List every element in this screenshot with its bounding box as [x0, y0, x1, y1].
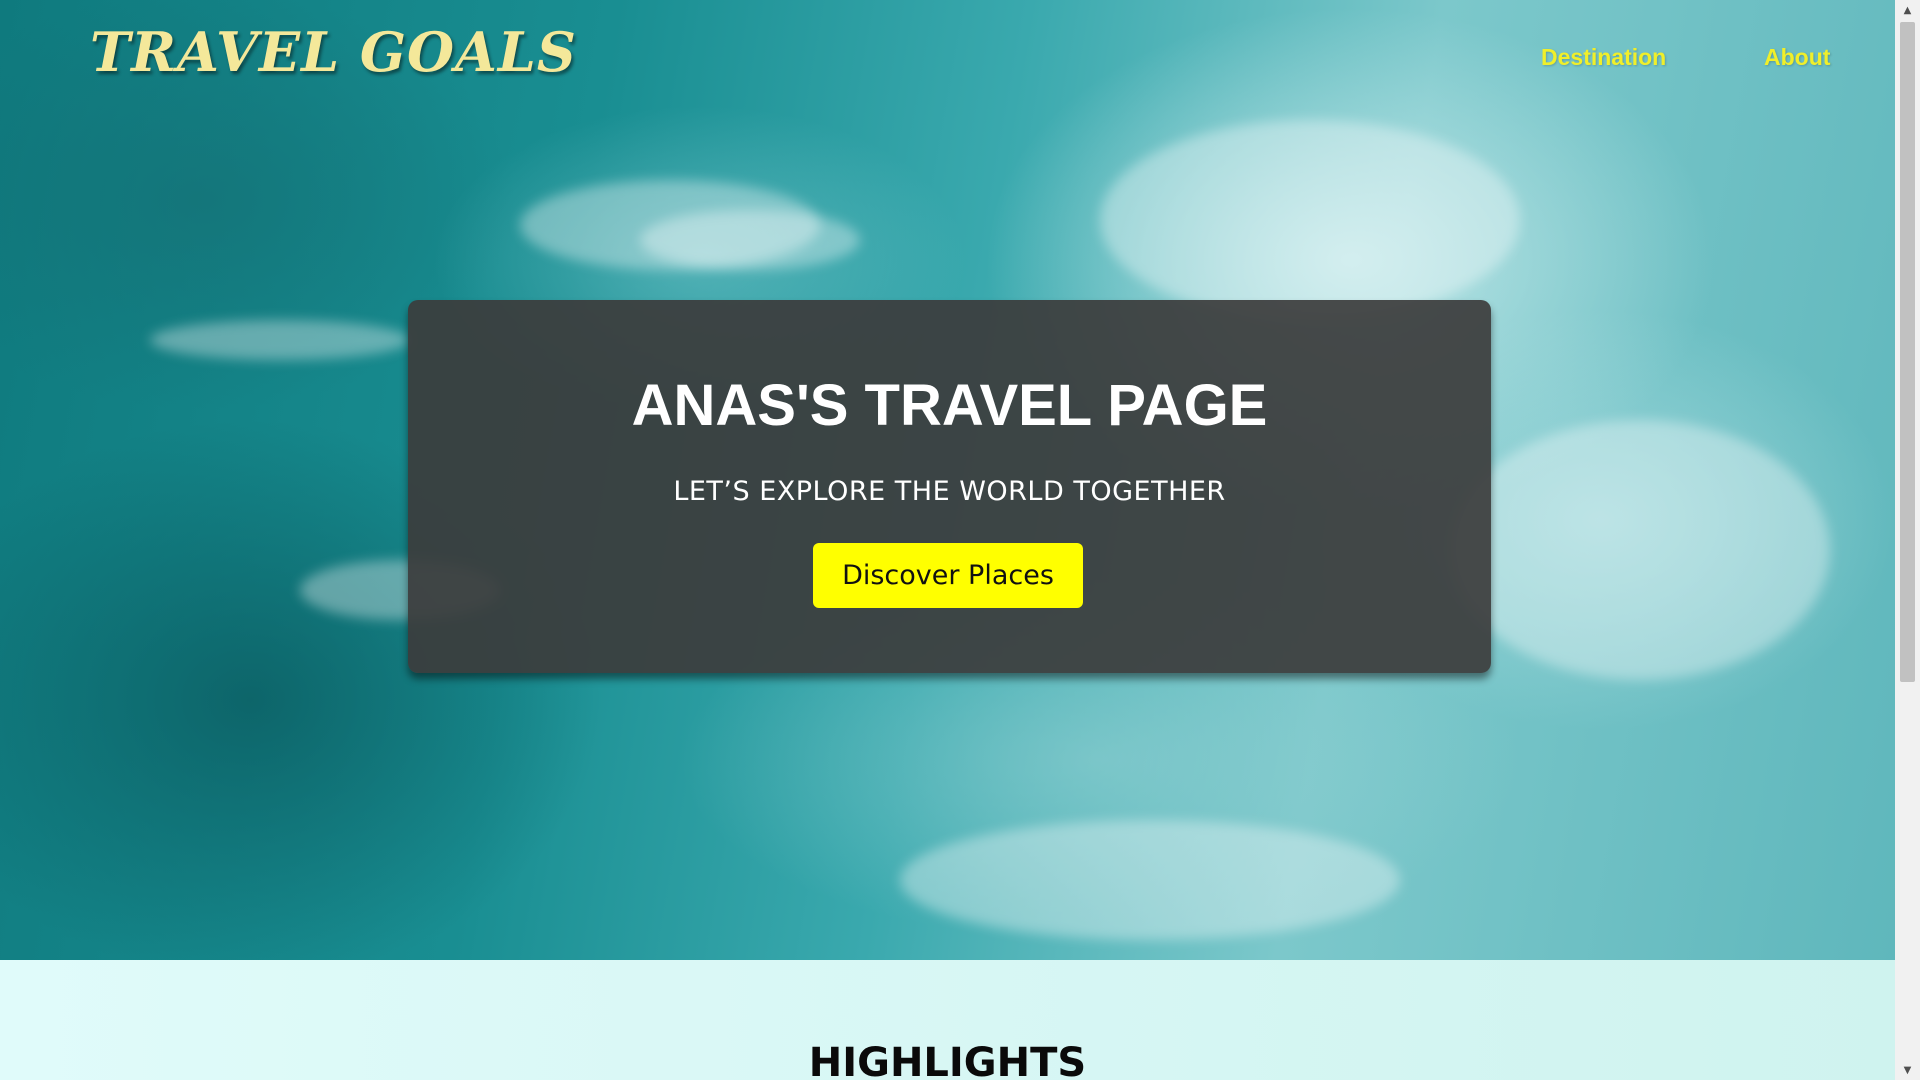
page-viewport: TRAVEL GOALS Destination About ANAS'S TR…: [0, 0, 1895, 1080]
nav-link-about[interactable]: About: [1764, 44, 1830, 71]
hero-card: ANAS'S TRAVEL PAGE LET’S EXPLORE THE WOR…: [408, 300, 1491, 673]
scrollbar-thumb[interactable]: [1900, 22, 1915, 682]
highlights-section: HIGHLIGHTS: [0, 960, 1895, 1080]
discover-places-button[interactable]: Discover Places: [813, 543, 1083, 608]
scroll-up-arrow-icon[interactable]: ▲: [1895, 0, 1920, 20]
ocean-foam: [1450, 420, 1830, 680]
page-subtitle: LET’S EXPLORE THE WORLD TOGETHER: [673, 476, 1226, 507]
site-logo[interactable]: TRAVEL GOALS: [90, 20, 577, 84]
ocean-foam: [1100, 120, 1520, 320]
ocean-foam: [900, 820, 1400, 940]
nav-link-destination[interactable]: Destination: [1541, 44, 1666, 71]
ocean-foam: [640, 210, 860, 270]
ocean-foam: [150, 320, 410, 360]
vertical-scrollbar[interactable]: ▲ ▼: [1895, 0, 1920, 1080]
scroll-down-arrow-icon[interactable]: ▼: [1895, 1060, 1920, 1080]
page-title: ANAS'S TRAVEL PAGE: [631, 373, 1268, 438]
hero-section: TRAVEL GOALS Destination About ANAS'S TR…: [0, 0, 1895, 960]
top-navigation: TRAVEL GOALS Destination About: [0, 0, 1895, 110]
highlights-heading: HIGHLIGHTS: [808, 1040, 1087, 1080]
